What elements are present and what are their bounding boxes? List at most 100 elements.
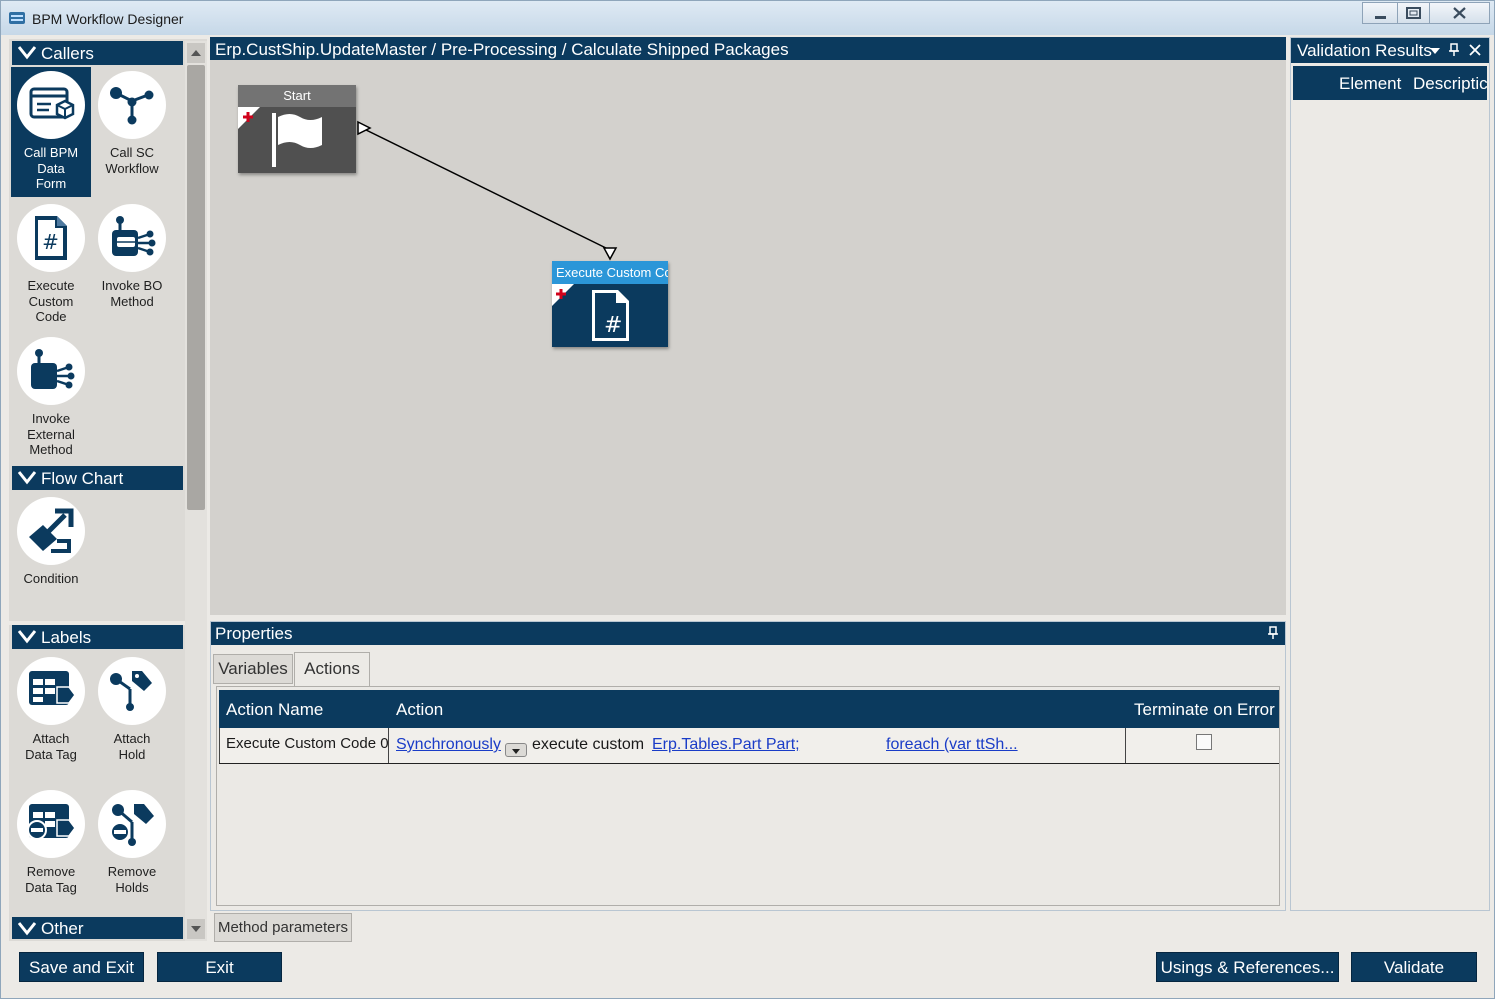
chevron-down-icon (18, 922, 36, 936)
tool-label: Invoke BO (101, 278, 163, 293)
save-and-exit-button[interactable]: Save and Exit (19, 952, 144, 982)
tool-remove-data-tag[interactable]: Remove Data Tag (11, 790, 91, 895)
tool-call-sc-workflow[interactable]: Call SC Workflow (92, 71, 172, 176)
callers-header[interactable]: Callers (12, 41, 183, 65)
attach-hold-icon (98, 657, 166, 725)
condition-icon (17, 497, 85, 565)
tool-invoke-bo-method[interactable]: Invoke BO Method (92, 204, 172, 309)
exit-button[interactable]: Exit (157, 952, 282, 982)
main-window: BPM Workflow Designer Callers Call BPM D… (0, 0, 1495, 999)
properties-panel: Properties Variables Actions Action Name… (210, 621, 1286, 911)
validation-header[interactable]: Validation Results (1291, 38, 1489, 63)
dropdown-icon[interactable] (1429, 46, 1441, 56)
remove-holds-icon (98, 790, 166, 858)
pin-icon[interactable] (1448, 43, 1460, 57)
tool-label: Data Tag (25, 746, 77, 762)
tool-label: Call BPM (23, 145, 79, 160)
workflow-icon (98, 71, 166, 139)
minimize-icon (1375, 16, 1386, 19)
action-text: execute custom (532, 736, 645, 753)
chevron-down-icon (18, 46, 36, 60)
svg-text:#: # (604, 313, 622, 338)
designer-canvas[interactable]: Start Execute Custom Cc # (210, 60, 1286, 615)
flowchart-header-label: Flow Chart (41, 469, 124, 488)
tool-label: Condition (23, 571, 79, 586)
start-node-title: Start (238, 85, 356, 107)
toolbox-scrollbar[interactable] (185, 41, 207, 941)
scroll-up-button[interactable] (187, 43, 205, 63)
flag-icon (238, 107, 322, 167)
table-row[interactable]: Execute Custom Code 0 Synchronously exec… (219, 728, 1279, 764)
tool-remove-holds[interactable]: Remove Holds (92, 790, 172, 895)
window-title: BPM Workflow Designer (32, 11, 184, 27)
code-link[interactable]: foreach (var ttSh... (886, 736, 1018, 754)
scroll-down-button[interactable] (187, 919, 205, 939)
maximize-button[interactable] (1397, 2, 1430, 24)
actions-grid-header: Action Name Action Terminate on Error (219, 690, 1279, 728)
app-icon (9, 12, 25, 24)
validation-panel: Validation Results Element Descriptic (1290, 37, 1490, 911)
usings-references-button[interactable]: Usings & References... (1156, 952, 1339, 982)
external-method-icon (17, 337, 85, 405)
sync-mode-dropdown[interactable] (505, 743, 527, 757)
tool-label: Attach (32, 731, 70, 746)
column-action[interactable]: Action (396, 700, 443, 720)
designer-breadcrumb-bar: Erp.CustShip.UpdateMaster / Pre-Processi… (210, 37, 1286, 60)
breadcrumb: Erp.CustShip.UpdateMaster / Pre-Processi… (215, 40, 789, 59)
validation-title: Validation Results (1297, 41, 1432, 60)
tool-label: Hold (118, 746, 146, 762)
column-element[interactable]: Element (1339, 74, 1401, 94)
close-window-button[interactable] (1429, 2, 1490, 24)
toolbox-panel: Callers Call BPM Data Form Call SC Workf… (9, 39, 207, 941)
pin-icon[interactable] (1267, 626, 1279, 640)
tool-label: Invoke (31, 411, 71, 426)
tool-label: Attach (113, 731, 151, 746)
validation-column-headers: Element Descriptic (1293, 66, 1487, 100)
chevron-down-icon (18, 471, 36, 485)
labels-header[interactable]: Labels (12, 625, 183, 649)
tool-label: Code (35, 309, 67, 324)
custom-code-node[interactable]: Execute Custom Cc # (552, 261, 668, 347)
tab-variables[interactable]: Variables (213, 654, 293, 684)
action-name-value: Execute Custom Code 0 (226, 735, 389, 752)
actions-grid: Action Name Action Terminate on Error Ex… (216, 686, 1280, 906)
tool-condition[interactable]: Condition (11, 497, 91, 587)
tab-method-parameters[interactable]: Method parameters (214, 913, 352, 942)
tool-execute-custom-code[interactable]: # Execute Custom Code (11, 204, 91, 325)
column-action-name[interactable]: Action Name (226, 700, 323, 720)
other-header[interactable]: Other (12, 917, 183, 939)
tool-label: Call SC (109, 145, 155, 160)
call-bpm-data-form-icon (17, 71, 85, 139)
tool-attach-data-tag[interactable]: Attach Data Tag (11, 657, 91, 762)
properties-header: Properties (211, 622, 1285, 645)
tool-label: Method (29, 442, 73, 457)
terminate-on-error-checkbox[interactable] (1196, 734, 1212, 750)
column-terminate-on-error[interactable]: Terminate on Error (1134, 700, 1275, 720)
tool-attach-hold[interactable]: Attach Hold (92, 657, 172, 762)
arrow-up-icon (191, 50, 201, 56)
column-description[interactable]: Descriptic (1413, 74, 1487, 94)
reference-link[interactable]: Erp.Tables.Part Part; (652, 736, 800, 754)
attach-data-tag-icon (17, 657, 85, 725)
properties-title: Properties (215, 624, 293, 643)
maximize-icon (1406, 7, 1421, 19)
tool-label: Custom (28, 293, 74, 309)
tool-label: Data (37, 160, 65, 176)
tool-call-bpm-data-form[interactable]: Call BPM Data Form (11, 67, 91, 197)
tool-label: Execute (27, 278, 75, 293)
action-name-cell: Execute Custom Code 0 (219, 728, 389, 763)
flowchart-header[interactable]: Flow Chart (12, 466, 183, 490)
remove-data-tag-icon (17, 790, 85, 858)
validate-button[interactable]: Validate (1351, 952, 1477, 982)
scroll-thumb[interactable] (187, 65, 205, 510)
tool-label: Remove (107, 864, 157, 879)
start-node[interactable]: Start (238, 85, 356, 173)
minimize-button[interactable] (1362, 2, 1398, 24)
close-icon[interactable] (1469, 44, 1481, 56)
chevron-down-icon (18, 630, 36, 644)
tool-invoke-external-method[interactable]: Invoke External Method (11, 337, 91, 458)
sync-mode-link[interactable]: Synchronously (396, 736, 501, 754)
tab-actions[interactable]: Actions (294, 652, 370, 686)
custom-code-icon: # (17, 204, 85, 272)
connector-arrow[interactable] (210, 60, 1286, 615)
